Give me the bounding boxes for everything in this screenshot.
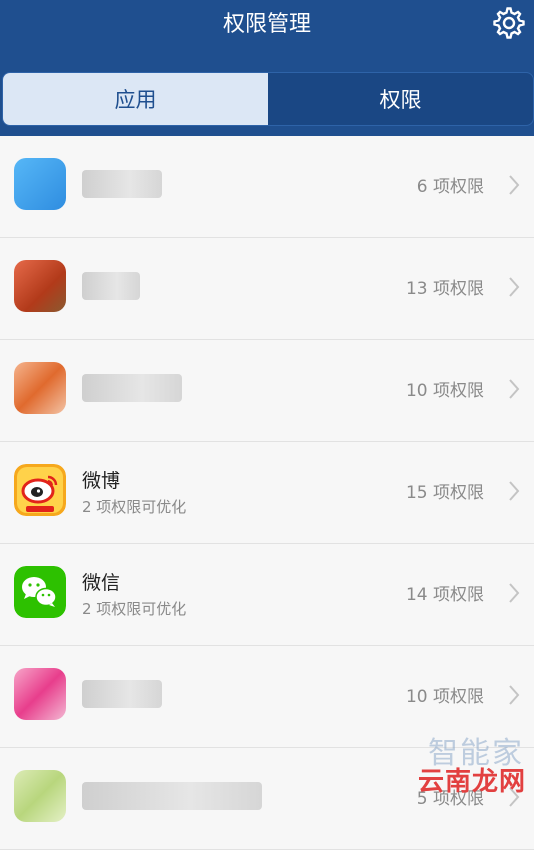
list-item[interactable]: 6 项权限 [0,136,534,238]
app-name: 微信 [82,572,121,594]
gear-icon[interactable] [492,6,526,40]
app-icon [14,770,66,822]
tab-apps[interactable]: 应用 [3,73,268,125]
list-item[interactable]: 10 项权限 [0,340,534,442]
chevron-right-icon [509,583,520,603]
permission-count: 14 项权限 [405,585,484,605]
page-title: 权限管理 [222,12,311,37]
app-name: 微博 [82,470,121,492]
blurred-app-name [82,170,162,198]
app-header: 权限管理 应用 权限 [0,0,534,136]
list-item-wechat[interactable]: 微信 2 项权限可优化 14 项权限 [0,544,534,646]
watermark: 云南龙网 [417,767,526,797]
app-optimizable-note: 2 项权限可优化 [82,600,187,618]
chevron-right-icon [509,379,520,399]
list-item-weibo[interactable]: 微博 2 项权限可优化 15 项权限 [0,442,534,544]
app-icon [14,362,66,414]
chevron-right-icon [509,685,520,705]
tab-permissions[interactable]: 权限 [268,73,533,125]
permission-count: 10 项权限 [405,381,484,401]
app-icon [14,158,66,210]
permission-count: 6 项权限 [416,177,484,197]
permission-count: 13 项权限 [405,279,484,299]
chevron-right-icon [509,481,520,501]
list-item[interactable]: 13 项权限 [0,238,534,340]
app-optimizable-note: 2 项权限可优化 [82,498,187,516]
permission-count: 15 项权限 [405,483,484,503]
app-icon [14,260,66,312]
chevron-right-icon [509,175,520,195]
app-icon [14,668,66,720]
wechat-icon [14,566,66,618]
blurred-app-name [82,272,140,300]
segmented-tabs: 应用 权限 [2,72,534,126]
blurred-app-name [82,680,162,708]
blurred-app-name [82,374,182,402]
chevron-right-icon [509,277,520,297]
permission-count: 10 项权限 [405,687,484,707]
weibo-icon [14,464,66,516]
